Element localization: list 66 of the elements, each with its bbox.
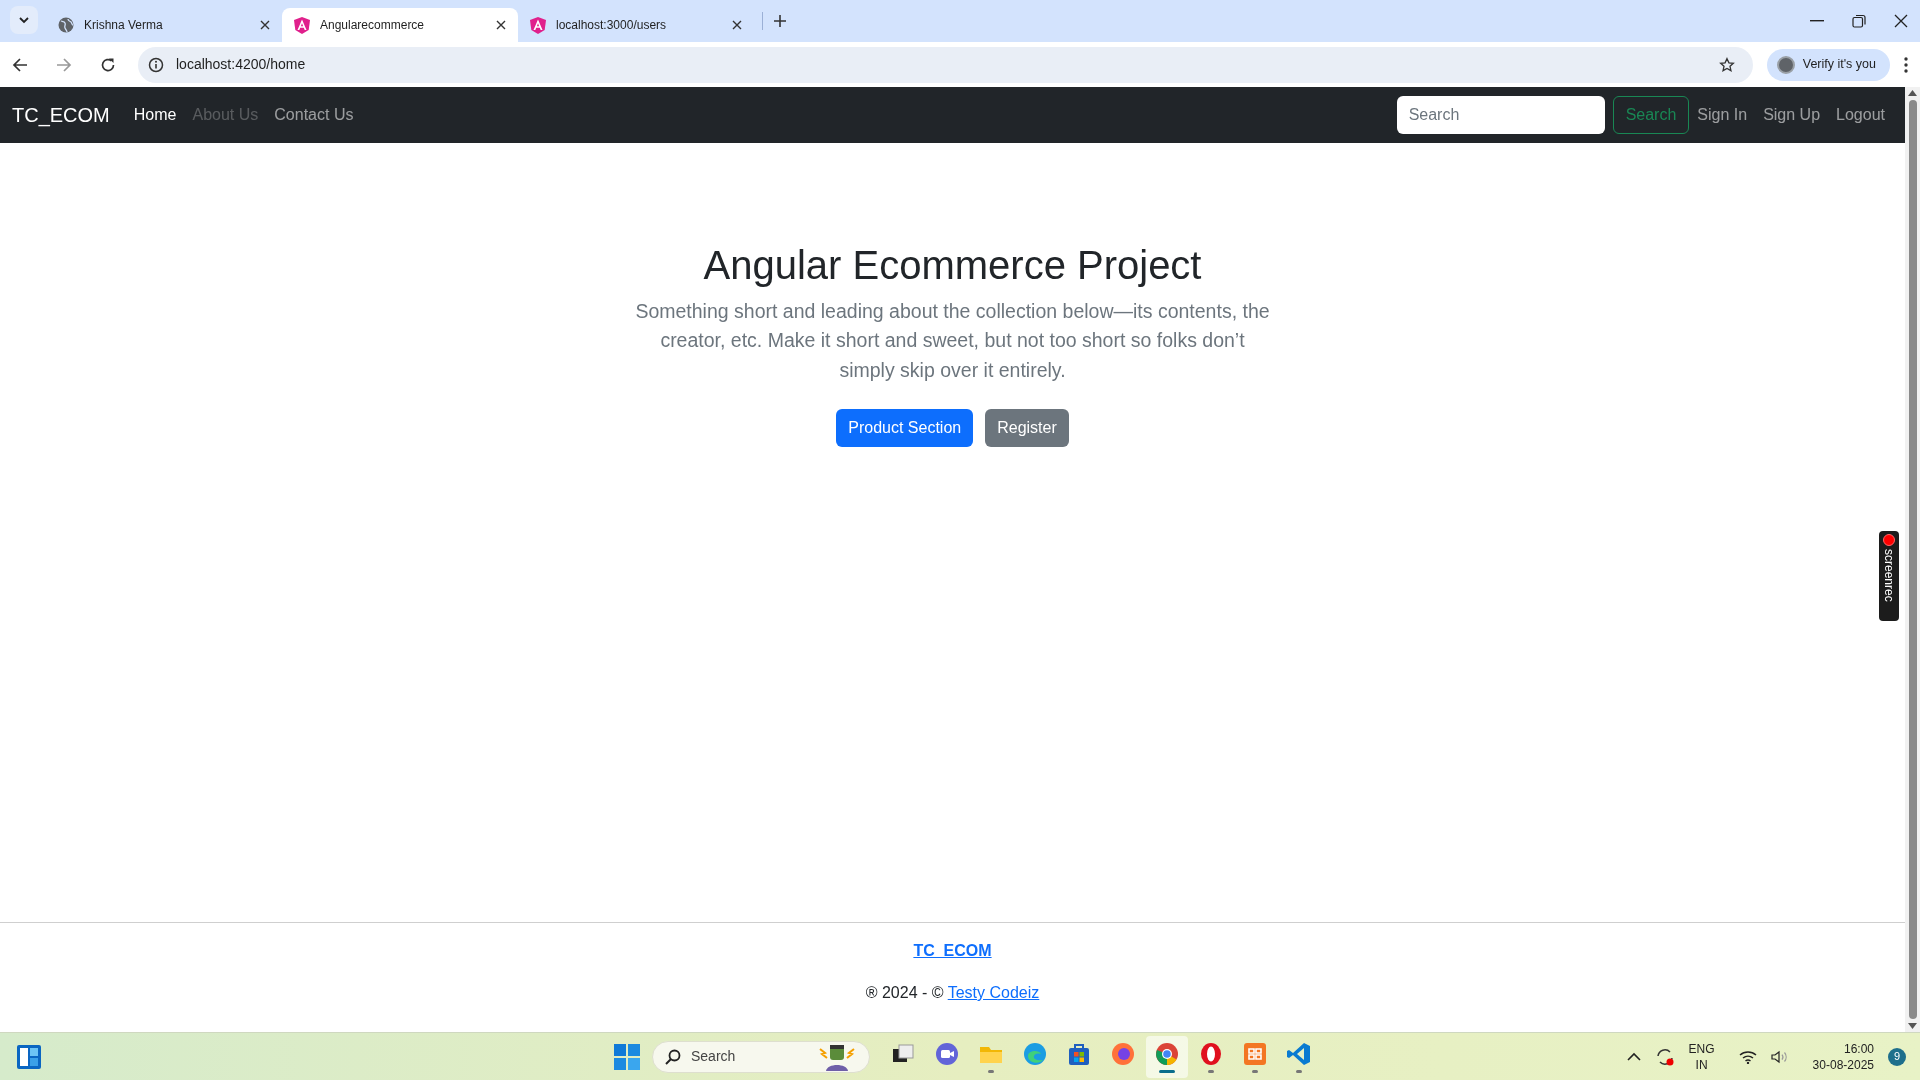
copyright-text: ® 2024 - © Testy Codeiz bbox=[865, 983, 1040, 1003]
browser-icon bbox=[1110, 1040, 1136, 1067]
language-indicator[interactable]: ENG IN bbox=[1688, 1040, 1715, 1073]
footer-brand-link[interactable]: TC_ECOM bbox=[913, 939, 992, 963]
chat-icon bbox=[934, 1040, 960, 1067]
star-icon[interactable] bbox=[1718, 56, 1735, 73]
record-icon bbox=[1883, 534, 1895, 546]
url-text: localhost:4200/home bbox=[176, 55, 307, 74]
hero-title: Angular Ecommerce Project bbox=[703, 242, 1202, 289]
browser-icon bbox=[1154, 1040, 1180, 1067]
info-icon[interactable] bbox=[148, 56, 164, 73]
reload-icon[interactable] bbox=[100, 56, 116, 73]
globe-icon bbox=[58, 17, 74, 33]
start-icon[interactable] bbox=[614, 1043, 640, 1070]
code-editor-icon bbox=[1286, 1040, 1312, 1067]
scroll-up-icon[interactable] bbox=[1908, 90, 1917, 96]
address-bar[interactable]: localhost:4200/home bbox=[138, 46, 1753, 83]
nav-link[interactable]: Sign In bbox=[1697, 103, 1748, 127]
clock-date[interactable]: 30-08-2025 bbox=[1812, 1056, 1874, 1073]
search-field[interactable]: Search bbox=[1396, 96, 1605, 134]
register-button[interactable]: Register bbox=[985, 408, 1069, 447]
close-icon[interactable] bbox=[1894, 14, 1908, 28]
browser-tab[interactable]: localhost:3000/users bbox=[518, 8, 754, 42]
close-tab-icon[interactable] bbox=[496, 20, 506, 30]
back-icon[interactable] bbox=[12, 56, 28, 73]
app-icon bbox=[1242, 1040, 1268, 1067]
nav-link[interactable]: Contact Us bbox=[274, 103, 354, 127]
tab-search-button[interactable] bbox=[10, 6, 38, 34]
forward-icon[interactable] bbox=[56, 56, 72, 73]
wifi-icon[interactable] bbox=[1738, 1049, 1757, 1064]
browser-tab[interactable]: Angularecommerce bbox=[282, 8, 518, 42]
angular-logo-icon bbox=[530, 16, 546, 34]
browser-icon bbox=[1198, 1040, 1224, 1067]
recorder-widget[interactable]: screenrec bbox=[1879, 531, 1899, 621]
widgets-icon[interactable] bbox=[16, 1043, 42, 1070]
taskbar-search-field[interactable]: Search bbox=[652, 1040, 870, 1073]
browser-icon bbox=[1022, 1040, 1048, 1067]
plus-icon bbox=[773, 14, 787, 28]
volume-icon[interactable] bbox=[1770, 1049, 1789, 1064]
minimize-icon[interactable] bbox=[1810, 20, 1824, 22]
avatar-icon bbox=[1776, 55, 1795, 74]
taskbar-search-placeholder: Search bbox=[691, 1047, 737, 1066]
close-tab-icon[interactable] bbox=[732, 20, 742, 30]
more-icon[interactable] bbox=[1904, 56, 1908, 73]
notification-badge[interactable]: 9 bbox=[1888, 1047, 1906, 1066]
author-link[interactable]: Testy Codeiz bbox=[947, 984, 1040, 1001]
character-icon bbox=[817, 1042, 857, 1071]
nav-link[interactable]: Home bbox=[133, 103, 177, 127]
chevron-up-icon[interactable] bbox=[1626, 1052, 1641, 1061]
profile-button[interactable]: Verify it's you bbox=[1766, 48, 1890, 81]
close-tab-icon[interactable] bbox=[260, 20, 270, 30]
search-icon bbox=[665, 1048, 681, 1065]
nav-link[interactable]: Sign Up bbox=[1763, 103, 1821, 127]
recorder-label: screenrec bbox=[1883, 549, 1895, 602]
nav-link[interactable]: Logout bbox=[1836, 103, 1885, 127]
restore-icon[interactable] bbox=[1852, 14, 1866, 28]
angular-logo-icon bbox=[294, 16, 310, 34]
browser-tab[interactable]: Krishna Verma bbox=[46, 8, 282, 42]
caret-icon bbox=[18, 14, 30, 26]
hero-description: Something short and leading about the collection below—its contents, the creator, etc. Make it short and sweet, but not too short so folks don’t simply skip over it entirely. bbox=[634, 299, 1271, 383]
clock-time[interactable]: 16:00 bbox=[1843, 1040, 1874, 1057]
scroll-down-icon[interactable] bbox=[1908, 1023, 1917, 1029]
scrollbar[interactable] bbox=[1905, 87, 1920, 1032]
brand-link[interactable]: TC_ECOM bbox=[12, 100, 110, 130]
sync-icon[interactable] bbox=[1654, 1046, 1675, 1067]
product-section-button[interactable]: Product Section bbox=[836, 408, 974, 447]
